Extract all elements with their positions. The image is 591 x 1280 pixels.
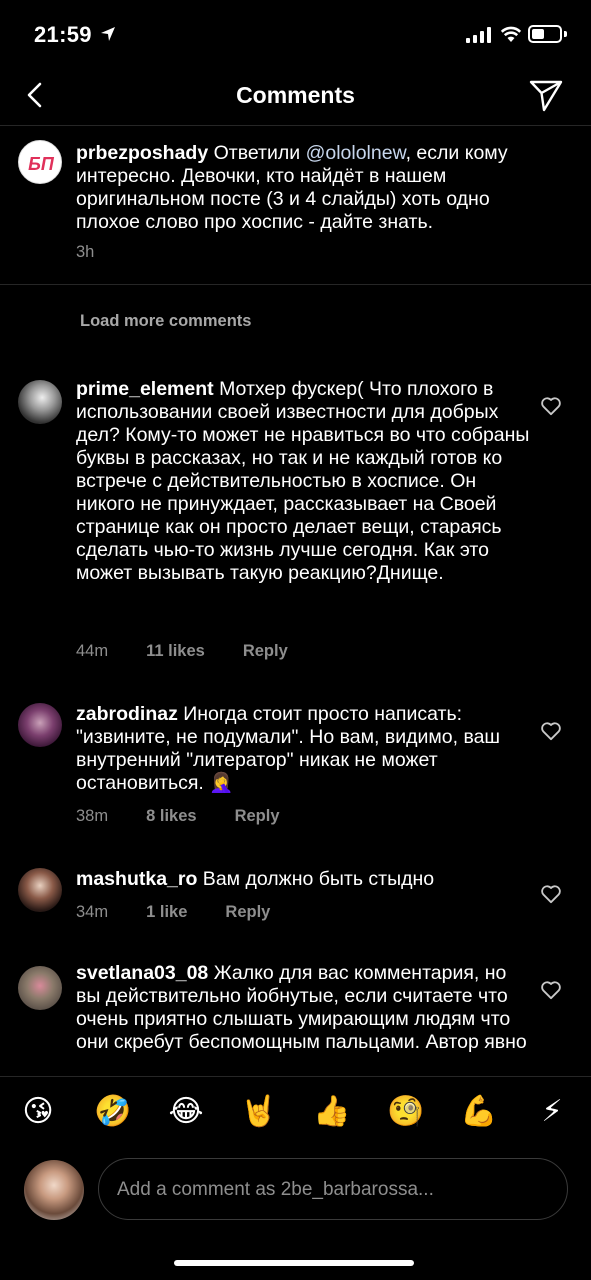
caption-username[interactable]: prbezposhady xyxy=(76,142,208,164)
likes-count[interactable]: 11 likes xyxy=(146,642,205,660)
avatar[interactable] xyxy=(18,380,62,424)
timestamp: 38m xyxy=(76,807,109,825)
location-arrow-icon xyxy=(101,27,115,41)
emoji-rofl-button[interactable]: 🤣 xyxy=(94,1093,132,1131)
battery-icon xyxy=(528,25,562,43)
likes-count[interactable]: 8 likes xyxy=(146,807,196,825)
status-bar: 21:59 xyxy=(0,0,591,68)
comment-username[interactable]: mashutka_ro xyxy=(76,868,197,890)
reply-button[interactable]: Reply xyxy=(243,642,288,660)
cellular-signal-icon xyxy=(466,27,491,43)
comment-username[interactable]: prime_element xyxy=(76,378,214,400)
emoji-joy-button[interactable]: 😂 xyxy=(167,1093,205,1131)
comment-text: mashutka_ro Вам должно быть стыдно xyxy=(76,868,435,890)
comment-input[interactable]: Add a comment as 2be_barbarossa... xyxy=(98,1158,568,1220)
comment-username[interactable]: zabrodinaz xyxy=(76,703,178,725)
comment-meta: 38m 8 likes Reply xyxy=(76,807,318,826)
emoji-thumbs-up-button[interactable]: 👍 xyxy=(313,1093,351,1131)
heart-icon[interactable] xyxy=(540,721,562,741)
user-avatar xyxy=(24,1160,84,1220)
comment-text: zabrodinaz Иногда стоит просто написать:… xyxy=(76,703,501,794)
comment-meta: 44m 11 likes Reply xyxy=(76,642,326,661)
page-title: Comments xyxy=(236,82,355,108)
reply-button[interactable]: Reply xyxy=(235,807,280,825)
emoji-rock-on-button[interactable]: 🤘 xyxy=(240,1093,278,1131)
caption-text: prbezposhady Ответили @olololnew, если к… xyxy=(76,142,508,233)
comment-username[interactable]: svetlana03_08 xyxy=(76,962,208,984)
emoji-flexed-bicep-button[interactable]: 💪 xyxy=(460,1093,498,1131)
mention-link[interactable]: @olololnew xyxy=(306,142,406,164)
wifi-icon xyxy=(500,26,522,42)
header: Comments xyxy=(0,68,591,126)
emoji-monocle-button[interactable]: 🧐 xyxy=(387,1093,425,1131)
svg-text:БП: БП xyxy=(28,154,55,174)
home-indicator xyxy=(174,1260,414,1266)
brand-logo-icon: БП xyxy=(28,154,55,174)
avatar[interactable]: БП xyxy=(18,140,62,184)
timestamp: 34m xyxy=(76,903,109,921)
emoji-lightning-button[interactable]: ⚡ xyxy=(533,1093,571,1131)
comment-text: svetlana03_08 Жалко для вас комментария,… xyxy=(76,962,527,1053)
timestamp: 44m xyxy=(76,642,109,660)
divider xyxy=(0,284,591,285)
heart-icon[interactable] xyxy=(540,980,562,1000)
emoji-quick-bar: 😘 🤣 😂 🤘 👍 🧐 💪 ⚡ xyxy=(0,1076,591,1152)
avatar[interactable] xyxy=(18,703,62,747)
status-time: 21:59 xyxy=(34,22,92,47)
reply-button[interactable]: Reply xyxy=(225,903,270,921)
avatar[interactable] xyxy=(18,868,62,912)
avatar[interactable] xyxy=(18,966,62,1010)
heart-icon[interactable] xyxy=(540,884,562,904)
comment-item: svetlana03_08 Жалко для вас комментария,… xyxy=(0,962,591,1076)
comment-meta: 34m 1 like Reply xyxy=(76,903,308,922)
comment-text: prime_element Мотхер фускер( Что плохого… xyxy=(76,378,530,584)
heart-icon[interactable] xyxy=(540,396,562,416)
direct-send-icon[interactable] xyxy=(529,78,563,112)
caption-meta: 3h xyxy=(76,243,132,262)
emoji-kiss-button[interactable]: 😘 xyxy=(19,1093,57,1131)
timestamp: 3h xyxy=(76,243,95,261)
load-more-comments-link[interactable]: Load more comments xyxy=(80,312,251,331)
likes-count[interactable]: 1 like xyxy=(146,903,187,921)
